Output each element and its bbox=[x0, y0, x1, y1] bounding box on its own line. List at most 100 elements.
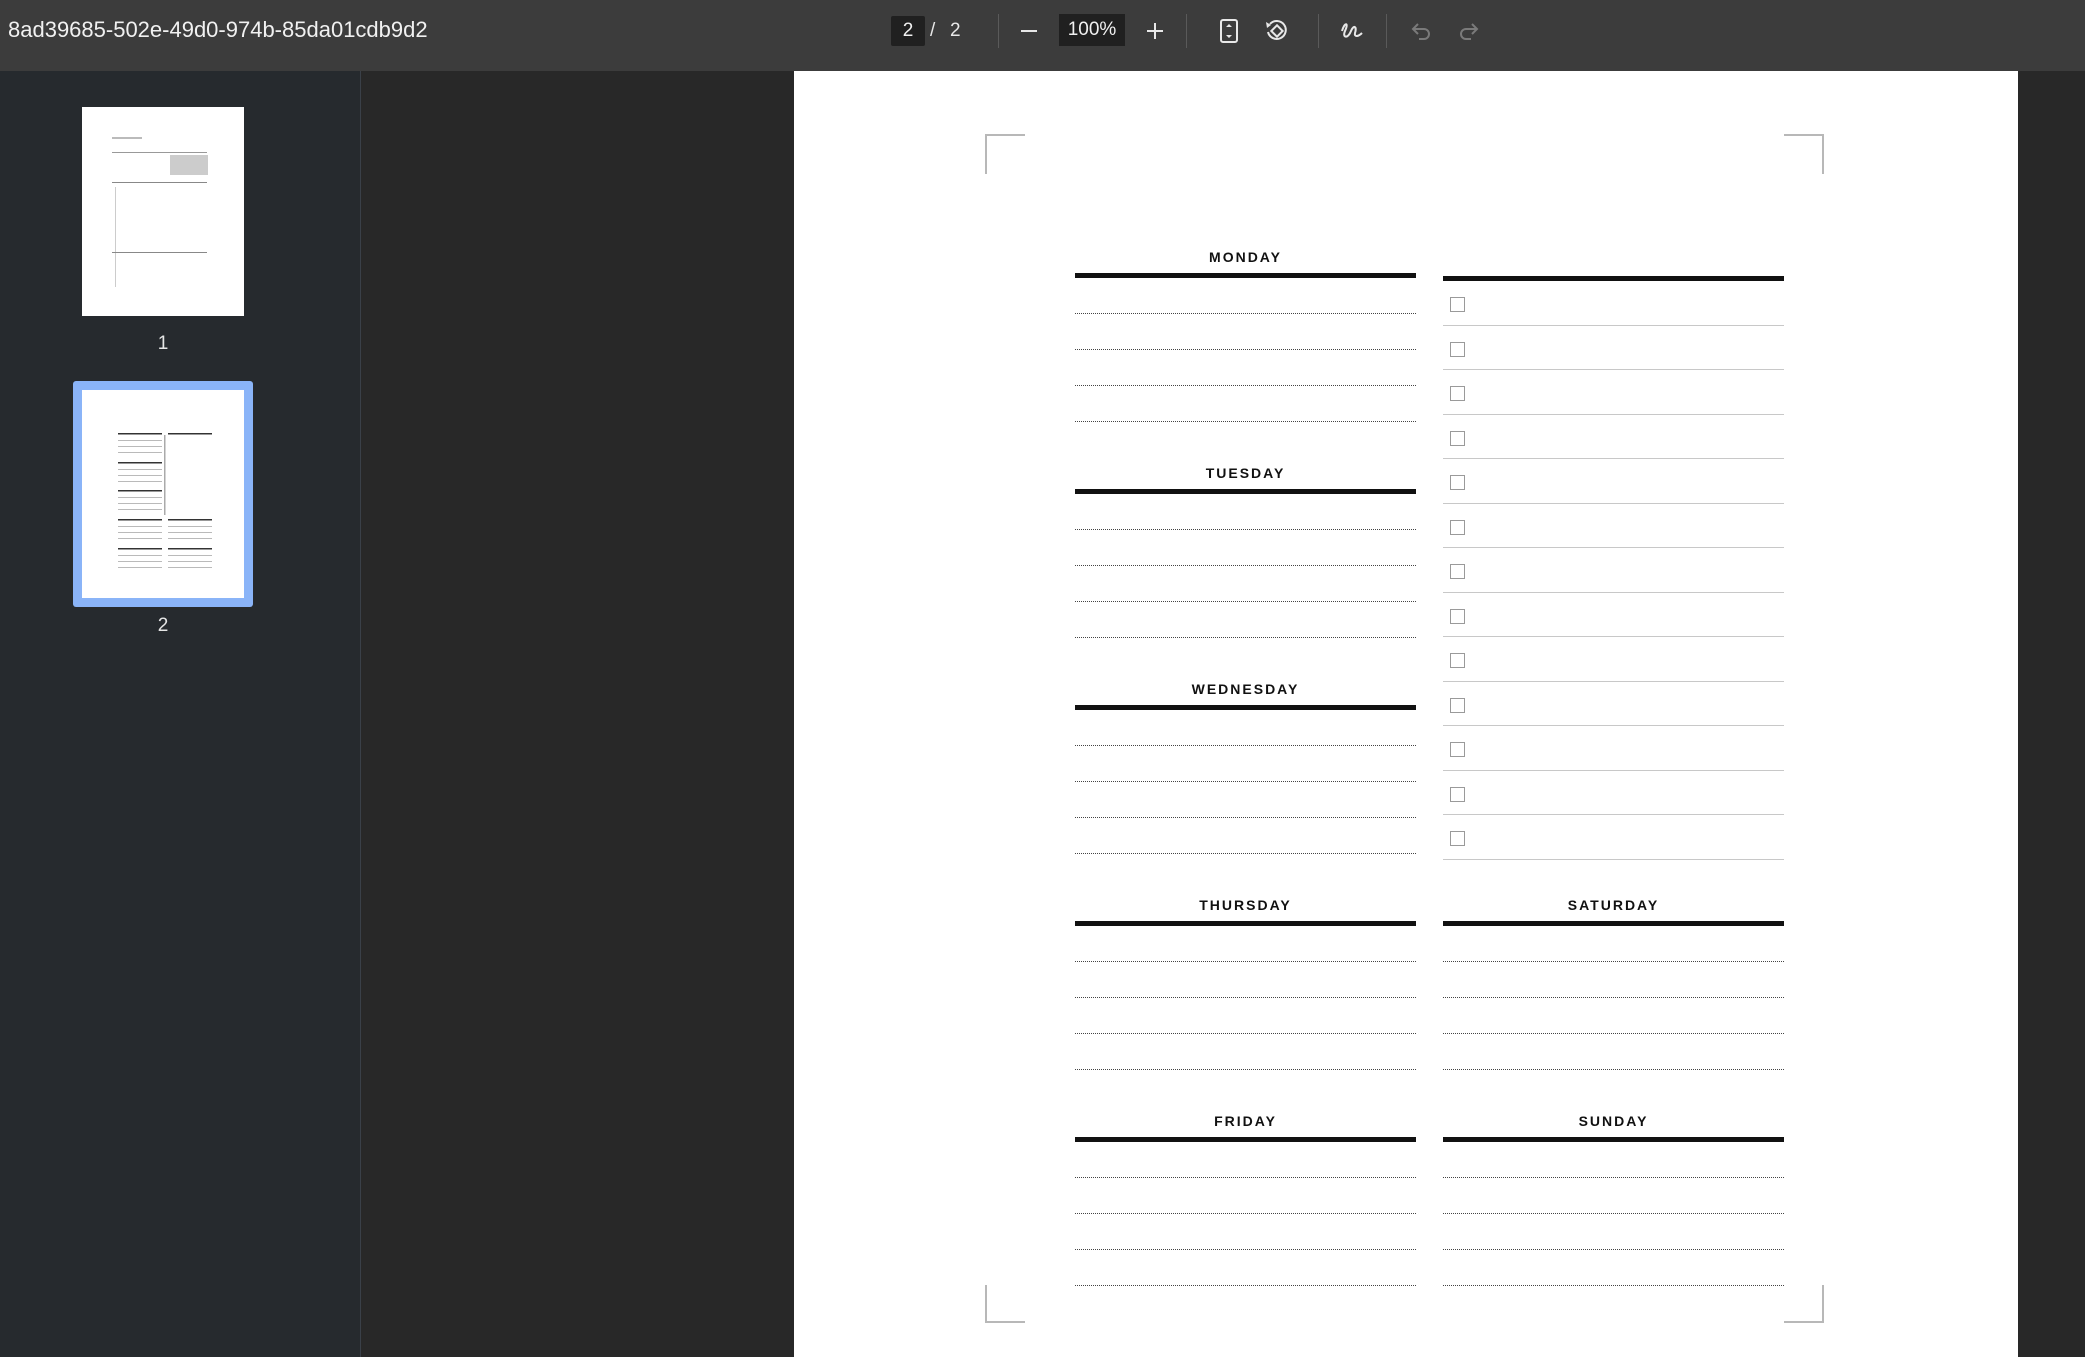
day-title: SUNDAY bbox=[1578, 1113, 1649, 1129]
redo-button[interactable] bbox=[1451, 14, 1487, 48]
writing-line[interactable] bbox=[1075, 1178, 1416, 1214]
writing-line[interactable] bbox=[1075, 566, 1416, 602]
todo-checklist bbox=[1443, 276, 1784, 860]
zoom-out-button[interactable] bbox=[1011, 14, 1047, 48]
day-title: THURSDAY bbox=[1199, 897, 1292, 913]
todo-item bbox=[1443, 326, 1784, 370]
page-number-input[interactable]: 2 bbox=[891, 16, 925, 46]
checkbox[interactable] bbox=[1450, 386, 1465, 401]
writing-line[interactable] bbox=[1443, 1034, 1784, 1070]
checkbox[interactable] bbox=[1450, 653, 1465, 668]
day-title: FRIDAY bbox=[1214, 1113, 1277, 1129]
checkbox[interactable] bbox=[1450, 697, 1465, 713]
zoom-out-icon bbox=[1021, 30, 1037, 32]
day-title: WEDNESDAY bbox=[1191, 681, 1300, 697]
pdf-toolbar: 8ad39685-502e-49d0-974b-85da01cdb9d2 2 /… bbox=[0, 0, 2085, 71]
writing-line[interactable] bbox=[1443, 962, 1784, 998]
todo-item bbox=[1443, 682, 1784, 726]
checkbox[interactable] bbox=[1450, 519, 1465, 535]
redo-icon bbox=[1460, 23, 1479, 40]
todo-item bbox=[1443, 415, 1784, 459]
checkbox[interactable] bbox=[1450, 564, 1465, 579]
todo-item bbox=[1443, 370, 1784, 415]
toolbar-divider bbox=[1386, 14, 1387, 48]
writing-line[interactable] bbox=[1443, 1250, 1784, 1286]
zoom-level-input[interactable]: 100% bbox=[1059, 14, 1125, 46]
checkbox[interactable] bbox=[1450, 341, 1465, 357]
toolbar-divider bbox=[998, 14, 999, 48]
day-section-saturday: SATURDAY bbox=[1443, 895, 1784, 1070]
writing-line[interactable] bbox=[1075, 962, 1416, 998]
fit-page-icon bbox=[1220, 19, 1238, 43]
checkbox[interactable] bbox=[1450, 475, 1465, 490]
day-title: TUESDAY bbox=[1205, 465, 1286, 481]
writing-line[interactable] bbox=[1075, 530, 1416, 566]
day-section-wednesday: WEDNESDAY bbox=[1075, 679, 1416, 854]
todo-item bbox=[1443, 281, 1784, 326]
rotate-button[interactable] bbox=[1259, 14, 1295, 48]
draw-button[interactable] bbox=[1334, 14, 1370, 48]
page-thumbnail-2[interactable] bbox=[82, 390, 244, 598]
writing-line[interactable] bbox=[1075, 314, 1416, 350]
day-title: MONDAY bbox=[1209, 249, 1282, 265]
day-section-sunday: SUNDAY bbox=[1443, 1111, 1784, 1286]
todo-item bbox=[1443, 637, 1784, 682]
thumbnail-sidebar: 1 2 bbox=[0, 71, 361, 1357]
writing-line[interactable] bbox=[1443, 1214, 1784, 1250]
document-title: 8ad39685-502e-49d0-974b-85da01cdb9d2 bbox=[8, 17, 428, 42]
writing-line[interactable] bbox=[1075, 746, 1416, 782]
undo-icon bbox=[1411, 23, 1430, 40]
thumbnail-preview bbox=[118, 433, 212, 568]
day-section-friday: FRIDAY bbox=[1075, 1111, 1416, 1286]
todo-item bbox=[1443, 815, 1784, 860]
checkbox[interactable] bbox=[1450, 831, 1465, 846]
writing-line[interactable] bbox=[1075, 1142, 1416, 1178]
page-thumbnail-1[interactable] bbox=[82, 107, 244, 316]
writing-line[interactable] bbox=[1443, 926, 1784, 962]
writing-line[interactable] bbox=[1075, 350, 1416, 386]
crop-mark bbox=[1784, 1285, 1824, 1323]
writing-line[interactable] bbox=[1075, 386, 1416, 422]
day-section-tuesday: TUESDAY bbox=[1075, 463, 1416, 638]
checkbox[interactable] bbox=[1450, 430, 1465, 446]
todo-item bbox=[1443, 548, 1784, 593]
writing-line[interactable] bbox=[1075, 1250, 1416, 1286]
writing-line[interactable] bbox=[1075, 926, 1416, 962]
writing-line[interactable] bbox=[1075, 1034, 1416, 1070]
zoom-in-icon bbox=[1147, 23, 1163, 39]
rotate-icon bbox=[1266, 19, 1287, 40]
toolbar-divider bbox=[1318, 14, 1319, 48]
todo-item bbox=[1443, 771, 1784, 815]
todo-item bbox=[1443, 726, 1784, 771]
writing-line[interactable] bbox=[1075, 710, 1416, 746]
writing-line[interactable] bbox=[1075, 494, 1416, 530]
undo-button[interactable] bbox=[1403, 14, 1439, 48]
writing-line[interactable] bbox=[1075, 278, 1416, 314]
checkbox[interactable] bbox=[1450, 742, 1465, 757]
thumbnail-label-2: 2 bbox=[157, 615, 169, 636]
fit-page-button[interactable] bbox=[1211, 14, 1247, 48]
writing-line[interactable] bbox=[1075, 818, 1416, 854]
writing-line[interactable] bbox=[1075, 1214, 1416, 1250]
draw-icon bbox=[1341, 23, 1363, 38]
zoom-in-button[interactable] bbox=[1137, 14, 1173, 48]
checkbox[interactable] bbox=[1450, 297, 1465, 312]
day-title: SATURDAY bbox=[1567, 897, 1660, 913]
day-section-thursday: THURSDAY bbox=[1075, 895, 1416, 1070]
writing-line[interactable] bbox=[1075, 998, 1416, 1034]
writing-line[interactable] bbox=[1075, 602, 1416, 638]
todo-item bbox=[1443, 593, 1784, 637]
checkbox[interactable] bbox=[1450, 608, 1465, 624]
thumbnail-label-1: 1 bbox=[157, 333, 169, 354]
writing-line[interactable] bbox=[1443, 1178, 1784, 1214]
total-pages: 2 bbox=[950, 20, 961, 41]
day-section-monday: MONDAY bbox=[1075, 247, 1416, 422]
writing-line[interactable] bbox=[1443, 1142, 1784, 1178]
writing-line[interactable] bbox=[1075, 782, 1416, 818]
writing-line[interactable] bbox=[1443, 998, 1784, 1034]
checkbox[interactable] bbox=[1450, 786, 1465, 802]
pdf-page: MONDAY TUESDAY WEDNESDAY THURSDAY FRIDAY bbox=[794, 71, 2018, 1357]
crop-mark bbox=[985, 134, 1025, 174]
thumbnail-preview bbox=[112, 137, 208, 287]
todo-item bbox=[1443, 504, 1784, 548]
